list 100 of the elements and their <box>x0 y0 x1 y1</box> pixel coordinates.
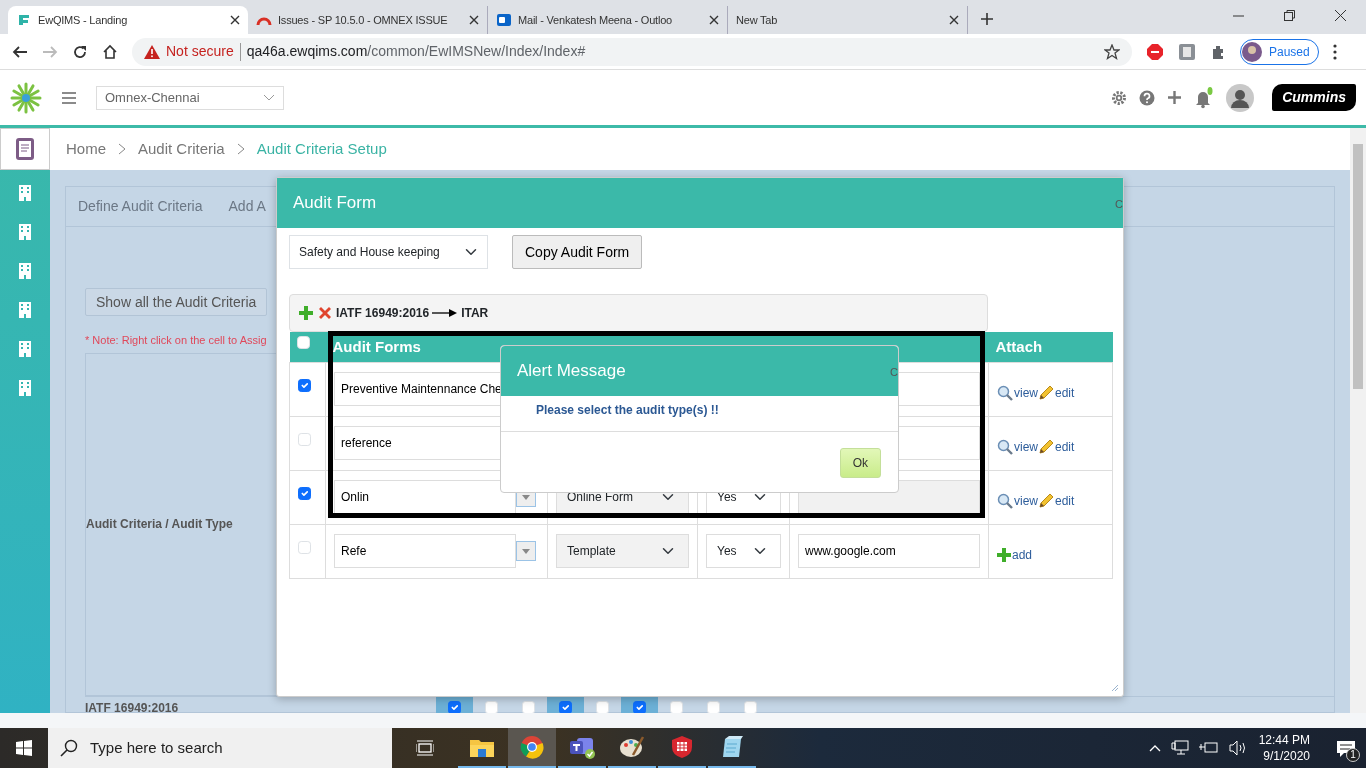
caret-icon <box>263 93 275 102</box>
alert-title: Alert Message <box>517 360 626 383</box>
puzzle-icon[interactable] <box>1210 43 1226 60</box>
mapping-source: IATF 16949:2016 <box>336 305 430 322</box>
form-type-dropdown[interactable]: Template <box>556 534 689 568</box>
attach-edit-link[interactable]: edit <box>1038 437 1075 456</box>
chevron-up-icon[interactable] <box>1148 744 1161 752</box>
back-icon[interactable] <box>12 43 28 60</box>
bookmark-star-icon[interactable] <box>1104 43 1120 60</box>
attach-edit-link[interactable]: edit <box>1038 383 1075 402</box>
attach-edit-link[interactable]: edit <box>1038 491 1075 510</box>
clock[interactable]: 12:44 PM 9/1/2020 <box>1258 731 1310 765</box>
row-checkbox[interactable] <box>298 487 311 501</box>
building-icon <box>19 379 31 396</box>
copy-audit-form-button[interactable]: Copy Audit Form <box>512 235 643 269</box>
attach-view-link[interactable]: view <box>997 491 1038 510</box>
stop-sign-icon[interactable] <box>1146 42 1164 61</box>
palette-icon <box>619 735 645 759</box>
extension-icon[interactable] <box>1178 42 1196 61</box>
tab-title: EwQIMS - Landing <box>38 12 129 28</box>
building-icon <box>19 184 31 201</box>
sidebar-item[interactable] <box>0 128 50 170</box>
user-avatar-icon[interactable] <box>1226 83 1255 112</box>
select-all-checkbox[interactable] <box>296 335 310 349</box>
windows-icon <box>16 740 32 756</box>
tab-title: Issues - SP 10.5.0 - OMNEX ISSUE <box>278 12 449 28</box>
notification-bell-icon[interactable] <box>1194 86 1215 109</box>
close-icon[interactable] <box>1335 10 1346 21</box>
browser-tab[interactable]: EwQIMS - Landing <box>8 6 248 34</box>
new-tab-icon[interactable] <box>980 12 994 26</box>
checkbox[interactable] <box>633 700 646 713</box>
battery-icon[interactable] <box>1198 741 1219 755</box>
breadcrumb-item[interactable]: Audit Criteria <box>138 137 225 161</box>
column-header: Attach <box>988 332 1113 362</box>
checkbox[interactable] <box>559 700 572 713</box>
browser-tab[interactable]: Issues - SP 10.5.0 - OMNEX ISSUE <box>248 6 488 34</box>
note-text: * Note: Right click on the cell to Assig <box>85 333 267 348</box>
search-field[interactable]: Type here to search <box>88 735 378 761</box>
settings-icon[interactable] <box>1111 89 1128 106</box>
form-name-field[interactable]: Refe <box>334 534 516 568</box>
pencil-icon <box>1038 492 1054 509</box>
address-bar[interactable]: Not secure qa46a.ewqims.com/common/EwIMSNew/Index/Index# <box>132 37 1132 66</box>
time-text: 12:44 PM <box>1258 731 1310 748</box>
ok-button[interactable]: Ok <box>839 447 881 478</box>
close-icon[interactable] <box>469 15 479 25</box>
attach-view-link[interactable]: view <box>997 437 1038 456</box>
warning-icon <box>144 44 160 59</box>
chat-app-icon <box>569 735 595 759</box>
browser-tab[interactable]: New Tab <box>728 6 968 34</box>
menu-icon[interactable] <box>1332 43 1337 60</box>
attach-view-link[interactable]: view <box>997 383 1038 402</box>
category-dropdown[interactable]: Safety and House keeping <box>289 235 488 269</box>
app-logo[interactable] <box>10 81 42 114</box>
delete-icon[interactable] <box>317 305 333 321</box>
add-icon[interactable] <box>298 305 314 321</box>
network-icon[interactable] <box>1170 740 1189 756</box>
breadcrumb-item[interactable]: Home <box>66 137 106 161</box>
notepad-icon <box>721 735 743 759</box>
plus-icon <box>997 548 1011 563</box>
taskbar-search-box[interactable]: Type here to search <box>48 728 392 768</box>
dropdown-toggle-button[interactable] <box>516 541 536 561</box>
arrow-icon <box>432 308 459 318</box>
scrollbar-thumb[interactable] <box>1353 144 1363 389</box>
checkbox[interactable] <box>448 700 461 713</box>
close-icon[interactable] <box>709 15 719 25</box>
building-icon <box>19 340 31 357</box>
mapping-target: ITAR <box>461 305 489 322</box>
attach-add-link[interactable]: add <box>997 546 1033 565</box>
magnifier-icon <box>997 492 1013 509</box>
breadcrumb-item: Audit Criteria Setup <box>256 138 387 159</box>
reload-icon[interactable] <box>72 43 88 60</box>
row-checkbox[interactable] <box>298 379 311 393</box>
chevron-icon <box>118 143 126 155</box>
security-label: Not secure <box>166 42 234 61</box>
building-icon <box>19 262 31 279</box>
restore-icon[interactable] <box>1284 10 1295 21</box>
folder-icon <box>470 737 494 757</box>
building-icon <box>19 223 31 240</box>
tab-favicon-icon <box>496 12 512 28</box>
task-view-icon[interactable] <box>416 740 434 756</box>
home-icon[interactable] <box>102 43 118 60</box>
close-icon[interactable] <box>230 15 240 25</box>
modal-title: Audit Form <box>293 192 377 215</box>
link-field[interactable]: www.google.com <box>798 534 980 568</box>
help-icon[interactable] <box>1139 89 1156 106</box>
tab-title: New Tab <box>736 12 779 28</box>
horizontal-scrollbar[interactable] <box>0 713 1366 728</box>
row-header: Audit Criteria / Audit Type <box>86 516 233 533</box>
notification-center-button[interactable]: 1 <box>1336 738 1356 758</box>
resize-handle-icon[interactable] <box>1111 684 1119 692</box>
add-icon[interactable] <box>1167 90 1183 105</box>
tab-title: Mail - Venkatesh Meena - Outloo <box>518 12 673 28</box>
close-icon[interactable] <box>949 15 959 25</box>
search-icon <box>60 739 78 757</box>
url-text: qa46a.ewqims.com/common/EwIMSNew/Index/Index# <box>246 42 586 61</box>
location-dropdown[interactable]: Omnex-Chennai <box>96 85 284 110</box>
browser-tab[interactable]: Mail - Venkatesh Meena - Outloo <box>488 6 728 34</box>
itar-dropdown[interactable]: Yes <box>706 534 781 568</box>
show-all-button[interactable]: Show all the Audit Criteria <box>85 288 268 316</box>
caret-icon <box>522 548 530 554</box>
